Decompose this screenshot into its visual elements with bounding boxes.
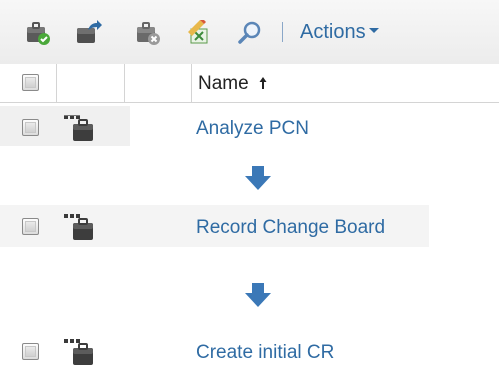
workflow-task-icon [64, 339, 93, 365]
task-link-record-change-board[interactable]: Record Change Board [196, 217, 385, 239]
toolbar: Actions [0, 0, 499, 65]
remove-button[interactable] [134, 20, 162, 46]
briefcase-arrow-icon [77, 20, 102, 43]
toolbar-separator [282, 22, 283, 42]
briefcase-x-icon [137, 22, 160, 45]
workflow-task-icon [64, 115, 93, 141]
actions-menu[interactable]: Actions [300, 20, 379, 44]
chevron-down-icon [368, 28, 379, 34]
row-checkbox[interactable] [22, 119, 39, 136]
table-row: Create initial CR [0, 330, 499, 374]
name-column-header[interactable]: Name [192, 64, 499, 102]
sort-ascending-icon [259, 74, 267, 96]
down-arrow-icon [245, 283, 271, 307]
table-row: Analyze PCN [0, 106, 499, 150]
magnifier-icon [238, 21, 261, 44]
export-button[interactable] [74, 20, 102, 46]
workflow-task-icon [64, 214, 93, 240]
table-header: Name [0, 64, 499, 103]
row-checkbox[interactable] [22, 343, 39, 360]
approve-button[interactable] [24, 20, 52, 46]
excel-edit-icon [188, 18, 208, 44]
task-link-analyze-pcn[interactable]: Analyze PCN [196, 118, 309, 140]
row-checkbox[interactable] [22, 218, 39, 235]
task-link-create-initial-cr[interactable]: Create initial CR [196, 342, 334, 364]
briefcase-check-icon [27, 22, 50, 45]
table-row: Record Change Board [0, 205, 499, 249]
spacer-column-header [125, 64, 192, 102]
select-all-checkbox[interactable] [22, 74, 39, 91]
actions-label: Actions [300, 21, 366, 43]
search-button[interactable] [236, 20, 264, 46]
export-excel-button[interactable] [184, 18, 212, 46]
name-column-label: Name [198, 73, 267, 95]
down-arrow-icon [245, 166, 271, 190]
type-column-header [57, 64, 125, 102]
